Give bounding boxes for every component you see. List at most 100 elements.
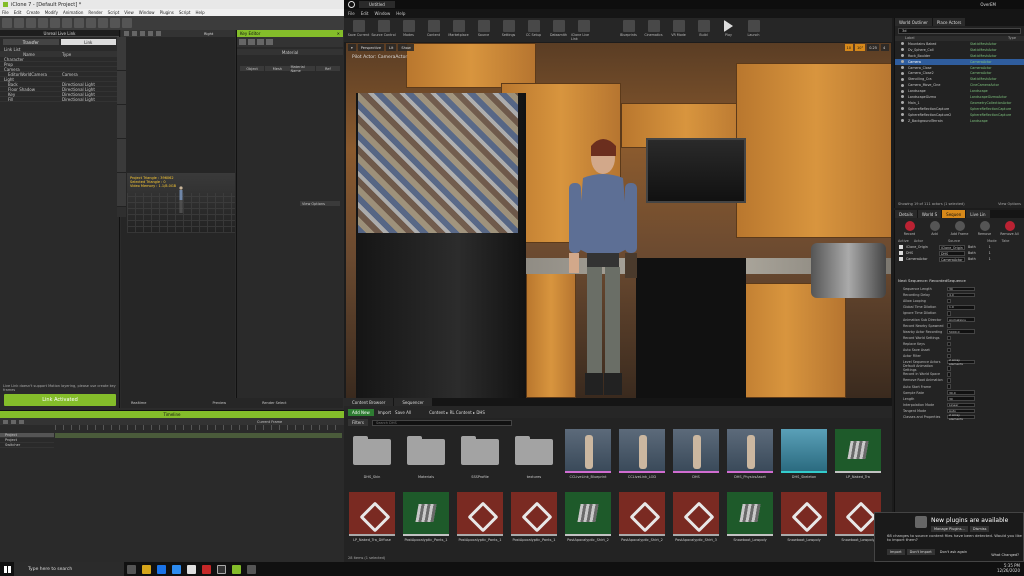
- asset-tile[interactable]: DHS_PhysicsAsset: [726, 429, 774, 486]
- timeline-ruler[interactable]: [55, 425, 342, 430]
- add-new-button[interactable]: Add New: [348, 408, 374, 416]
- import-button[interactable]: Import: [378, 410, 391, 415]
- menu-create[interactable]: Create: [26, 10, 39, 15]
- side-tab-tools[interactable]: [117, 139, 126, 173]
- render-icon[interactable]: [122, 18, 132, 28]
- toolbar-play-button[interactable]: Play: [716, 20, 741, 37]
- level-tab[interactable]: Untitled: [359, 1, 395, 8]
- property-value[interactable]: [947, 323, 951, 328]
- view-mode-select[interactable]: Right: [204, 32, 213, 36]
- property-value[interactable]: [947, 347, 951, 353]
- tab-world-outliner[interactable]: World Outliner: [895, 18, 932, 26]
- import-changes-button[interactable]: Import: [887, 549, 905, 555]
- lit-button[interactable]: Lit: [386, 44, 397, 51]
- side-tab-set[interactable]: [117, 71, 126, 105]
- asset-search-input[interactable]: [372, 419, 512, 426]
- tab-place-actors[interactable]: Place Actors: [932, 18, 966, 26]
- visibility-eye-icon[interactable]: [901, 107, 904, 111]
- asset-tile[interactable]: LP_Naked_Tra: [834, 429, 882, 486]
- menu-script[interactable]: Script: [108, 10, 120, 15]
- property-value[interactable]: 30: [947, 286, 975, 292]
- toolbar-iclone-live-link-button[interactable]: iClone Live Link: [571, 20, 596, 41]
- tab-details[interactable]: Details: [895, 210, 917, 218]
- remove-all-button[interactable]: Remove All: [999, 221, 1020, 236]
- tool-icon[interactable]: [248, 39, 255, 45]
- tab-content-browser[interactable]: Content Browser: [344, 398, 394, 406]
- asset-tile[interactable]: PostApocalyptic_Pants_1: [510, 492, 558, 549]
- visibility-eye-icon[interactable]: [901, 101, 904, 105]
- toolbar-settings-button[interactable]: Settings: [496, 20, 521, 37]
- asset-tile[interactable]: CCLiveLink_LOD: [618, 429, 666, 486]
- property-value[interactable]: Animations: [947, 317, 975, 322]
- iclone-taskbar-icon[interactable]: [232, 564, 241, 574]
- property-value[interactable]: Linear: [947, 402, 975, 408]
- toolbar-source-control-button[interactable]: Source Control: [371, 20, 396, 37]
- visibility-eye-icon[interactable]: [901, 48, 904, 52]
- menu-window[interactable]: Window: [139, 10, 155, 15]
- visibility-eye-icon[interactable]: [901, 83, 904, 87]
- property-value[interactable]: 2 Array elements: [947, 413, 975, 421]
- property-value[interactable]: [947, 335, 951, 341]
- vp-tool-icon[interactable]: [156, 31, 161, 36]
- chrome-icon[interactable]: [187, 564, 196, 574]
- asset-tile[interactable]: LP_Naked_Tra_Diffuse: [348, 492, 396, 549]
- tool-icon[interactable]: [266, 39, 273, 45]
- undo-icon[interactable]: [38, 18, 48, 28]
- new-icon[interactable]: [2, 18, 12, 28]
- crumb-rl-content[interactable]: RL Content: [450, 410, 472, 415]
- camera-icon[interactable]: [110, 18, 120, 28]
- filters-button[interactable]: Filters: [348, 419, 368, 426]
- visibility-eye-icon[interactable]: [901, 77, 904, 81]
- edge-icon[interactable]: [157, 564, 166, 574]
- preview-button[interactable]: Preview: [212, 401, 226, 405]
- unreal-taskbar-icon[interactable]: [217, 564, 226, 574]
- dont-ask-again-checkbox[interactable]: Don't ask again: [937, 549, 970, 555]
- visibility-eye-icon[interactable]: [901, 42, 904, 46]
- link-list-row[interactable]: Fill Directional Light: [0, 97, 119, 102]
- property-value[interactable]: [947, 378, 951, 383]
- tl-tool-icon[interactable]: [3, 419, 8, 424]
- property-value[interactable]: 1.0: [947, 305, 975, 310]
- side-tab-character[interactable]: [117, 173, 126, 207]
- scale-snap[interactable]: 0.25: [867, 44, 879, 51]
- crumb-content[interactable]: Content: [429, 410, 445, 415]
- menu-help[interactable]: Help: [196, 10, 205, 15]
- task-view-icon[interactable]: [127, 564, 136, 574]
- remove-button[interactable]: Remove: [974, 221, 995, 236]
- asset-tile[interactable]: PostApocalyptic_Shirt_3: [672, 492, 720, 549]
- visibility-eye-icon[interactable]: [901, 54, 904, 58]
- ue-menu-help[interactable]: Help: [396, 11, 405, 16]
- unreal-viewport[interactable]: ▾ Perspective Lit Show 10 10° 0.25 4 Pil…: [346, 43, 891, 398]
- toolbar-blueprints-button[interactable]: Blueprints: [616, 20, 641, 37]
- manage-plugins-button[interactable]: Manage Plugins...: [931, 526, 968, 532]
- system-clock[interactable]: 5:35 PM 12/26/2020: [997, 563, 1020, 573]
- menu-view[interactable]: View: [124, 10, 134, 15]
- asset-tile[interactable]: PostApocalyptic_Pants_1: [402, 492, 450, 549]
- side-tab-smart-gallery[interactable]: [117, 105, 126, 139]
- asset-tile[interactable]: CCLiveLink_Blueprint: [564, 429, 612, 486]
- asset-tile[interactable]: DHS_Skeleton: [780, 429, 828, 486]
- open-icon[interactable]: [14, 18, 24, 28]
- store-icon[interactable]: [172, 564, 181, 574]
- toolbar-marketplace-button[interactable]: Marketplace: [446, 20, 471, 37]
- property-value[interactable]: 2 Array elements: [947, 358, 975, 366]
- asset-tile[interactable]: Materials: [402, 429, 450, 486]
- source-source[interactable]: iClone_Origin: [939, 244, 965, 250]
- visibility-eye-icon[interactable]: [901, 89, 904, 93]
- tl-tool-icon[interactable]: [19, 419, 24, 424]
- record-button[interactable]: Record: [899, 221, 920, 236]
- taskbar-search[interactable]: Type here to search: [14, 562, 124, 576]
- asset-tile[interactable]: Snowboot_Lowpoly: [726, 492, 774, 549]
- source-source[interactable]: DHS: [939, 250, 965, 256]
- app-icon[interactable]: [247, 564, 256, 574]
- visibility-eye-icon[interactable]: [901, 71, 904, 75]
- asset-tile[interactable]: PostApocalyptic_Pants_1: [456, 492, 504, 549]
- toolbar-save-current-button[interactable]: Save Current: [346, 20, 371, 37]
- ue-menu-edit[interactable]: Edit: [361, 11, 369, 16]
- realtime-select[interactable]: Realtime: [131, 401, 146, 405]
- toolbar-build-button[interactable]: Build: [691, 20, 716, 37]
- menu-animation[interactable]: Animation: [63, 10, 83, 15]
- asset-tile[interactable]: DHS_Skin: [348, 429, 396, 486]
- active-checkbox[interactable]: [899, 245, 903, 249]
- tab-live-link[interactable]: Live Lin: [966, 210, 990, 218]
